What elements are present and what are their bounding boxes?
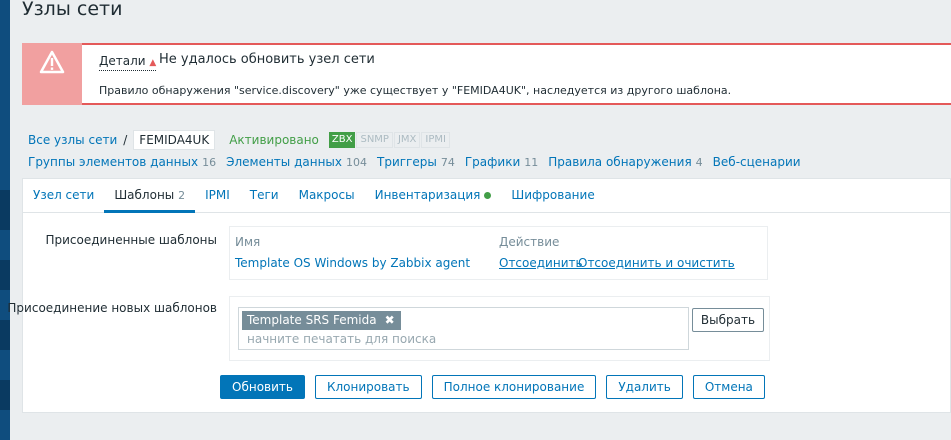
message-details-toggle[interactable]: Детали ▲ — [99, 55, 157, 71]
unlink-link[interactable]: Отсоединить — [499, 256, 583, 270]
unlink-and-clear-link[interactable]: Отсоединить и очистить — [578, 256, 735, 270]
cancel-button[interactable]: Отмена — [692, 375, 765, 399]
nav-item-items[interactable]: Элементы данных 104 — [226, 155, 367, 169]
form-buttons: Обновить Клонировать Полное клонирование… — [220, 375, 775, 399]
select-templates-button[interactable]: Выбрать — [692, 308, 764, 332]
tab-templates[interactable]: Шаблоны 2 — [104, 179, 195, 213]
nav-item-applications[interactable]: Группы элементов данных 16 — [28, 155, 216, 169]
message-title: Не удалось обновить узел сети — [159, 52, 375, 67]
linked-template-link[interactable]: Template OS Windows by Zabbix agent — [235, 256, 470, 270]
message-text: Правило обнаружения "service.discovery" … — [99, 84, 732, 97]
inventory-status-dot-icon — [484, 192, 492, 199]
remove-chip-icon[interactable]: ✖ — [385, 313, 395, 327]
new-templates-box: Template SRS Femida✖ Выбрать — [229, 296, 770, 361]
nav-item-graphs[interactable]: Графики 11 — [465, 155, 538, 169]
breadcrumb-all-hosts[interactable]: Все узлы сети — [28, 133, 117, 147]
template-multiselect[interactable]: Template SRS Femida ✖ — [238, 307, 689, 350]
warning-icon — [39, 50, 65, 74]
host-form-panel: Узел сети Шаблоны 2 IPMI Теги Макросы Ин… — [7, 178, 951, 413]
tab-encryption[interactable]: Шифрование — [501, 179, 604, 212]
linked-templates-label: Присоединенные шаблоны — [45, 233, 217, 247]
tab-host[interactable]: Узел сети — [23, 179, 104, 212]
availability-ipmi-badge: IPMI — [421, 132, 450, 148]
template-search-input[interactable] — [247, 332, 667, 346]
column-action-header: Действие — [499, 235, 560, 249]
clone-button[interactable]: Клонировать — [314, 375, 422, 399]
availability-jmx-badge: JMX — [393, 132, 421, 148]
availability-zbx-badge: ZBX — [328, 132, 356, 148]
page-title: Узлы сети — [22, 0, 123, 20]
column-name-header: Имя — [235, 235, 261, 249]
breadcrumb-separator: / — [123, 133, 128, 147]
linked-templates-table: Имя Действие Template OS Windows by Zabb… — [229, 226, 768, 280]
update-button[interactable]: Обновить — [220, 375, 305, 399]
delete-button[interactable]: Удалить — [606, 375, 683, 399]
tab-ipmi[interactable]: IPMI — [195, 179, 240, 212]
sidebar-strip — [0, 0, 10, 440]
tab-tags[interactable]: Теги — [240, 179, 289, 212]
breadcrumb-current-host[interactable]: FEMIDA4UK — [133, 130, 216, 150]
host-status-link[interactable]: Активировано — [229, 133, 319, 147]
nav-item-web-scenarios[interactable]: Веб-сценарии — [713, 155, 801, 169]
breadcrumb: Все узлы сети / FEMIDA4UK Активировано Z… — [28, 130, 450, 150]
nav-item-discovery-rules[interactable]: Правила обнаружения 4 — [548, 155, 702, 169]
new-templates-label: Присоединение новых шаблонов — [7, 301, 217, 315]
nav-item-triggers[interactable]: Триггеры 74 — [377, 155, 455, 169]
full-clone-button[interactable]: Полное клонирование — [431, 375, 597, 399]
selected-template-chip: Template SRS Femida ✖ — [242, 311, 401, 330]
host-navigation: Группы элементов данных 16 Элементы данны… — [28, 155, 811, 169]
caret-up-icon: ▲ — [149, 58, 157, 68]
availability-snmp-badge: SNMP — [356, 132, 393, 148]
tab-bar: Узел сети Шаблоны 2 IPMI Теги Макросы Ин… — [23, 179, 950, 213]
tab-inventory[interactable]: Инвентаризация — [365, 179, 502, 212]
error-message: Детали ▲ Не удалось обновить узел сети П… — [22, 43, 951, 105]
tab-macros[interactable]: Макросы — [289, 179, 365, 212]
warning-icon-box — [22, 43, 82, 105]
